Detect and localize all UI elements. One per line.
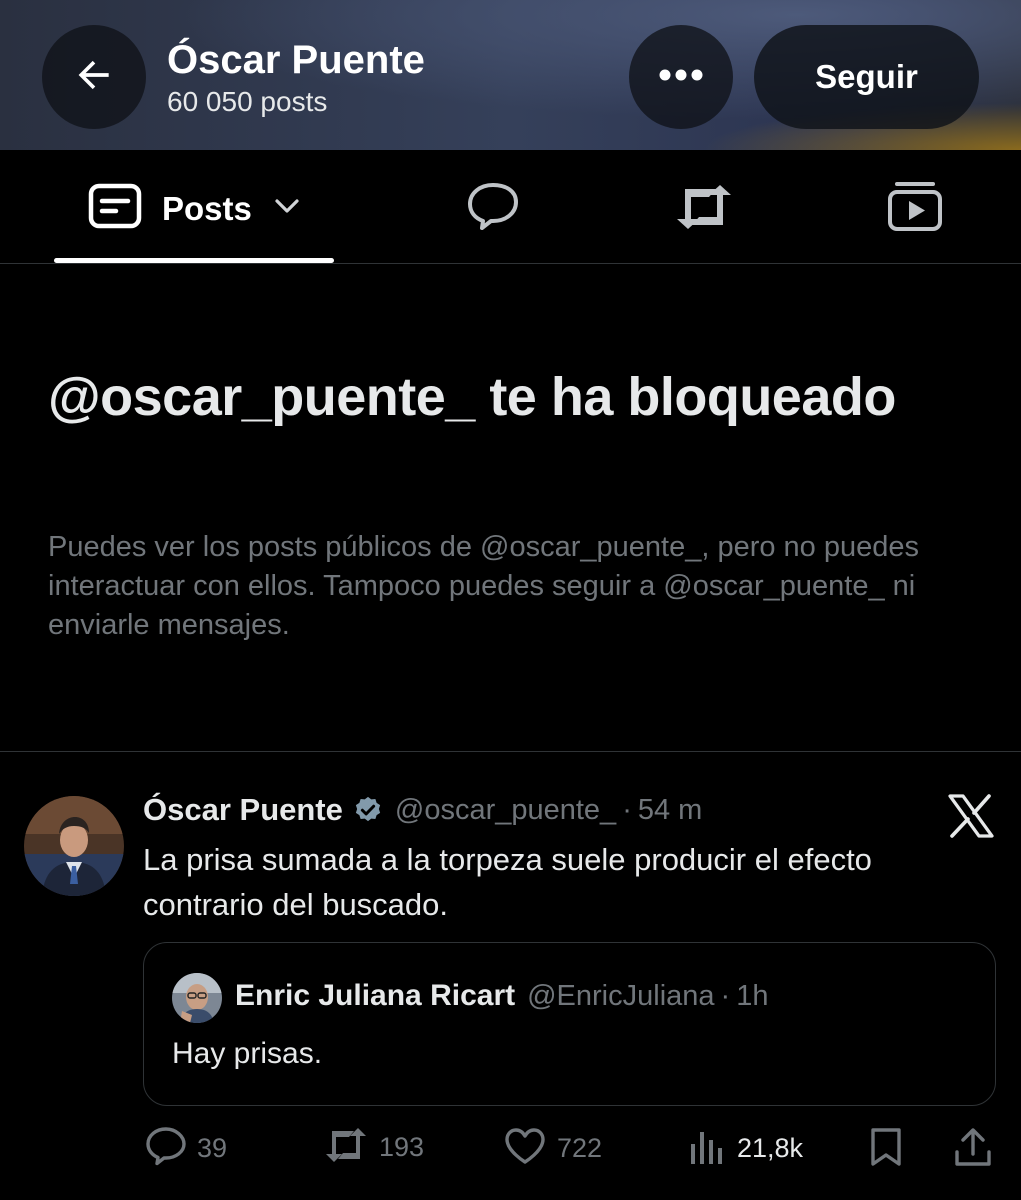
blocked-description: Puedes ver los posts públicos de @oscar_…	[48, 531, 920, 641]
reply-count: 39	[197, 1133, 228, 1163]
like-button[interactable]: 722	[503, 1126, 602, 1171]
quoted-post-header: Enric Juliana Ricart @EnricJuliana · 1h	[235, 979, 768, 1013]
post-author-name[interactable]: Óscar Puente	[143, 792, 343, 828]
x-logo-icon	[948, 794, 994, 843]
divider	[0, 751, 1021, 752]
quoted-handle: @EnricJuliana	[527, 979, 715, 1012]
repost-button[interactable]: 193	[323, 1126, 424, 1169]
author-avatar[interactable]	[24, 796, 124, 896]
post-text: La prisa sumada a la torpeza suele produ…	[143, 842, 872, 922]
share-icon	[953, 1126, 993, 1173]
views-chart-icon	[687, 1126, 727, 1171]
separator-dot: ·	[622, 793, 632, 826]
views-button[interactable]: 21,8k	[687, 1126, 803, 1171]
quoted-timestamp: 1h	[736, 979, 769, 1012]
separator-dot: ·	[720, 979, 731, 1012]
back-button[interactable]	[42, 25, 146, 129]
heart-icon	[503, 1126, 547, 1171]
follow-button[interactable]: Seguir	[754, 25, 979, 129]
repost-count: 193	[379, 1132, 425, 1162]
blocked-title: @oscar_puente_ te ha bloqueado	[48, 367, 896, 427]
tab-posts-label: Posts	[162, 189, 252, 227]
like-count: 722	[557, 1133, 603, 1163]
views-count: 21,8k	[737, 1133, 804, 1163]
bookmark-icon	[867, 1126, 905, 1173]
quoted-author-avatar	[172, 973, 222, 1023]
bookmark-button[interactable]	[867, 1126, 905, 1173]
repost-icon	[677, 185, 731, 229]
chevron-down-icon	[274, 198, 300, 219]
reply-icon	[145, 1126, 187, 1171]
active-tab-indicator	[54, 258, 334, 263]
media-play-icon	[888, 182, 942, 231]
posts-feed-icon	[88, 183, 142, 234]
reply-button[interactable]: 39	[145, 1126, 227, 1171]
profile-name: Óscar Puente	[167, 38, 425, 82]
more-button[interactable]	[629, 25, 733, 129]
quoted-post-text: Hay prisas.	[172, 1037, 323, 1070]
quoted-post[interactable]: Enric Juliana Ricart @EnricJuliana · 1h …	[143, 942, 996, 1106]
more-horizontal-icon	[658, 68, 704, 87]
tab-posts[interactable]: Posts	[88, 183, 300, 234]
share-button[interactable]	[953, 1126, 993, 1173]
quoted-author-name: Enric Juliana Ricart	[235, 979, 516, 1012]
post-count: 60 050 posts	[167, 86, 328, 117]
arrow-left-icon	[72, 53, 116, 102]
reply-bubble-icon	[468, 183, 518, 230]
verified-badge-icon	[353, 795, 383, 825]
post-header: Óscar Puente @oscar_puente_ · 54 m	[143, 792, 702, 828]
repost-icon	[323, 1126, 369, 1169]
tab-media[interactable]	[887, 180, 943, 237]
post-handle[interactable]: @oscar_puente_	[395, 794, 616, 827]
tab-replies[interactable]	[466, 181, 520, 236]
tab-reposts[interactable]	[673, 183, 735, 236]
post-timestamp[interactable]: 54 m	[638, 794, 702, 827]
